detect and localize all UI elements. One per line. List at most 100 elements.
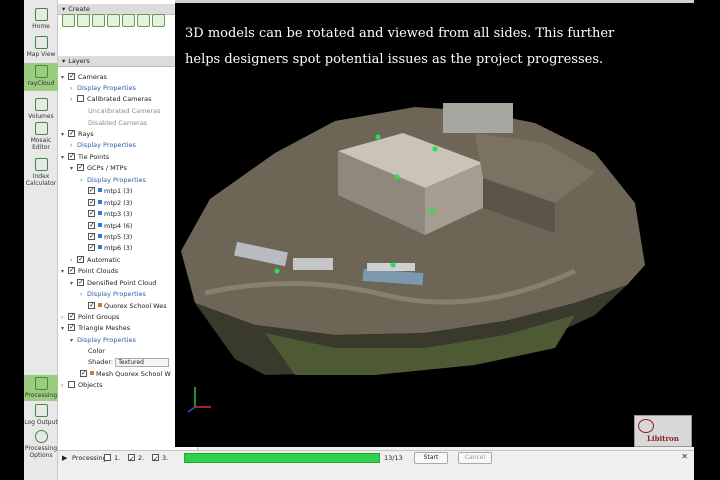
tree-item-objects[interactable]: › Objects <box>61 380 103 391</box>
checkbox[interactable] <box>68 381 75 388</box>
close-icon[interactable]: ✕ <box>681 452 688 461</box>
right-border <box>694 0 720 480</box>
tree-item-automatic[interactable]: ›Automatic <box>70 254 120 266</box>
checkbox[interactable] <box>88 242 95 253</box>
tree-item-gcps-mtps[interactable]: ▾ GCPs / MTPs <box>70 162 127 174</box>
expand-arrow-icon: › <box>80 291 83 298</box>
tree-item-densified-point-cloud[interactable]: ▾ Densified Point Cloud <box>70 277 156 289</box>
checkbox[interactable] <box>77 254 84 265</box>
color-label: Color <box>88 347 105 355</box>
checkbox[interactable] <box>68 71 75 82</box>
layers-header-label: Layers <box>68 57 90 65</box>
checkbox[interactable] <box>128 452 135 466</box>
expand-arrow-icon: ▾ <box>61 154 65 161</box>
checkbox[interactable] <box>88 185 95 196</box>
progress-count: 13/13 <box>384 454 403 462</box>
checkbox[interactable] <box>68 151 75 162</box>
log-output-button[interactable]: Log Output <box>24 404 58 426</box>
tree-item-triangle-meshes[interactable]: ▾ Triangle Meshes <box>61 322 130 334</box>
polyline-tool-icon[interactable] <box>77 14 90 27</box>
tree-item-quorex-cloud[interactable]: Quorex School Wes <box>88 300 167 312</box>
caption-line-1: 3D models can be rotated and viewed from… <box>185 26 615 41</box>
checkbox[interactable] <box>152 452 159 466</box>
tree-item-mesh-quorex[interactable]: Mesh Quorex School W <box>80 368 171 380</box>
tree-item-cameras[interactable]: ▾ Cameras <box>61 71 107 83</box>
gear-icon <box>34 430 48 443</box>
surface-tool-icon[interactable] <box>92 14 105 27</box>
map-view-button[interactable]: Map View <box>24 36 58 58</box>
tree-label: Objects <box>78 381 103 389</box>
tree-item-display-properties[interactable]: › Display Properties <box>80 289 146 300</box>
volumes-label: Volumes <box>28 113 54 120</box>
measure-tool-icon[interactable] <box>107 14 120 27</box>
step1-toggle[interactable]: 1. <box>104 451 120 465</box>
tree-item-display-properties[interactable]: › Display Properties <box>70 83 136 94</box>
checkbox[interactable] <box>77 162 84 173</box>
checkbox[interactable] <box>68 322 75 333</box>
expand-arrow-icon: › <box>70 142 73 149</box>
tree-label: Display Properties <box>87 176 146 184</box>
tree-item-display-properties[interactable]: ▾ Display Properties <box>70 335 136 346</box>
processing-button[interactable]: Processing <box>24 375 58 401</box>
tree-label: Mesh Quorex School W <box>96 370 171 378</box>
tree-label: Disabled Cameras <box>88 119 148 127</box>
libitron-logo: Libitron <box>634 415 692 447</box>
index-calculator-button[interactable]: Index Calculator <box>24 158 58 187</box>
mtp-marker <box>274 268 280 274</box>
raycloud-button[interactable]: rayCloud <box>24 63 58 91</box>
3d-viewport[interactable]: 3D models can be rotated and viewed from… <box>175 3 694 447</box>
tree-item-point-clouds[interactable]: ▾ Point Clouds <box>61 265 118 277</box>
tree-label: Display Properties <box>77 84 136 92</box>
volumes-button[interactable]: Volumes <box>24 98 58 120</box>
play-icon[interactable]: ▶ <box>62 451 67 465</box>
expand-arrow-icon: ▾ <box>61 325 65 332</box>
tree-item-mtp3[interactable]: mtp3 (3) <box>88 208 133 220</box>
volumes-icon <box>34 98 48 111</box>
checkbox[interactable] <box>77 95 84 102</box>
checkbox[interactable] <box>104 454 111 461</box>
checkbox[interactable] <box>88 197 95 208</box>
mosaic-editor-button[interactable]: Mosaic Editor <box>24 122 58 151</box>
checkbox[interactable] <box>88 208 95 219</box>
tree-item-mtp6[interactable]: mtp6 (3) <box>88 242 132 254</box>
tree-item-calibrated-cameras[interactable]: › Calibrated Cameras <box>70 94 152 105</box>
checkbox[interactable] <box>68 128 75 139</box>
expand-tool-icon[interactable] <box>137 14 150 27</box>
processing-options-button[interactable]: Processing Options <box>24 430 58 459</box>
tree-item-display-properties[interactable]: › Display Properties <box>70 140 136 151</box>
tree-item-uncalibrated-cameras[interactable]: Uncalibrated Cameras <box>88 106 160 117</box>
processing-status-bar: ▶ Processing 1. 2. 3. 13/13 Start Cancel <box>58 450 694 466</box>
mtp-marker <box>390 262 396 268</box>
checkbox[interactable] <box>77 277 84 288</box>
tree-item-rays[interactable]: ▾ Rays <box>61 128 94 140</box>
expand-arrow-icon: › <box>61 382 64 389</box>
home-icon <box>34 8 48 21</box>
tree-item-tie-points[interactable]: ▾ Tie Points <box>61 151 109 163</box>
shader-select[interactable]: Textured <box>115 357 170 367</box>
home-button[interactable]: Home <box>24 8 58 30</box>
tree-label: Display Properties <box>77 141 136 149</box>
cancel-button[interactable]: Cancel <box>458 452 492 464</box>
shader-label: Shader: <box>88 358 114 366</box>
checkbox[interactable] <box>88 220 95 231</box>
step3-toggle[interactable]: 3. <box>152 451 168 466</box>
checkbox[interactable] <box>68 311 75 322</box>
logo-mark-icon <box>638 419 654 433</box>
tree-item-mtp1[interactable]: mtp1 (3) <box>88 185 132 197</box>
tutorial-caption: 3D models can be rotated and viewed from… <box>185 21 685 73</box>
volume-tool-icon[interactable] <box>122 14 135 27</box>
start-button[interactable]: Start <box>414 452 448 464</box>
raycloud-label: rayCloud <box>27 80 55 87</box>
mtp-marker <box>429 208 435 214</box>
checkbox[interactable] <box>80 368 87 379</box>
step2-toggle[interactable]: 2. <box>128 451 144 466</box>
caption-line-2: helps designers spot potential issues as… <box>185 52 604 67</box>
checkbox[interactable] <box>68 265 75 276</box>
expand-arrow-icon: › <box>61 314 64 321</box>
checkbox[interactable] <box>88 231 95 242</box>
tree-label: mtp3 (3) <box>104 210 133 218</box>
new-mtp-tool-icon[interactable] <box>62 14 75 27</box>
collapse-tool-icon[interactable] <box>152 14 165 27</box>
checkbox[interactable] <box>88 300 95 311</box>
tree-item-disabled-cameras[interactable]: Disabled Cameras <box>88 118 147 129</box>
